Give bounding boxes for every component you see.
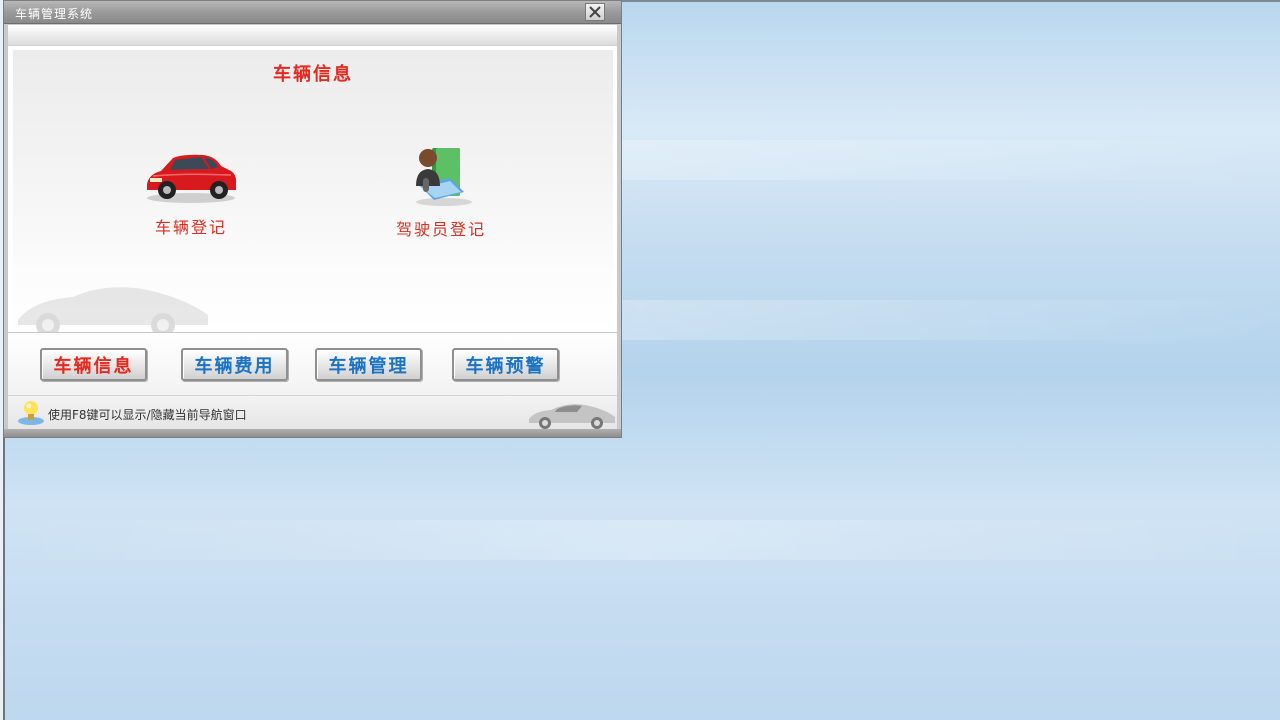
module-vehicle-register[interactable]: 车辆登记 (111, 146, 271, 238)
module-driver-register[interactable]: 驾驶员登记 (361, 142, 521, 240)
panel-title: 车辆信息 (273, 64, 353, 85)
module-label: 车辆登记 (154, 218, 227, 237)
window-bottom-border (4, 429, 621, 437)
close-icon (589, 6, 601, 18)
toolbar-strip (8, 25, 617, 46)
window-title: 车辆管理系统 (15, 7, 94, 21)
status-text: 使用F8键可以显示/隐藏当前导航窗口 (48, 408, 247, 422)
window-client-area: 车辆信息 车辆登记 驾驶员登记 车辆信息 车辆费用 车辆管理 车辆预警 使用F8… (8, 25, 617, 432)
red-car-icon (147, 154, 237, 203)
mdi-border-top (622, 0, 1280, 2)
window-titlebar[interactable]: 车辆管理系统 (4, 1, 621, 24)
navigation-window: 车辆管理系统 车辆信息 车辆登记 驾驶员登记 车辆信息 车辆费用 车辆管理 车辆… (3, 0, 622, 438)
module-panel: 车辆信息 车辆登记 驾驶员登记 (13, 50, 613, 332)
nav-button-row: 车辆信息 车辆费用 车辆管理 车辆预警 (8, 333, 617, 395)
status-bar: 使用F8键可以显示/隐藏当前导航窗口 (8, 395, 617, 432)
nav-button-vehicle-alert[interactable]: 车辆预警 (452, 348, 559, 381)
nav-button-vehicle-manage[interactable]: 车辆管理 (315, 348, 422, 381)
nav-button-vehicle-info[interactable]: 车辆信息 (40, 348, 147, 381)
lightbulb-icon (18, 401, 44, 425)
silver-car-icon (529, 404, 615, 429)
nav-button-vehicle-cost[interactable]: 车辆费用 (181, 348, 288, 381)
module-label: 驾驶员登记 (395, 220, 486, 239)
mdi-border-left (3, 438, 5, 720)
driver-book-icon (416, 148, 472, 206)
ghost-car-icon (18, 287, 208, 332)
close-button[interactable] (585, 3, 605, 21)
desktop-stripe (0, 520, 1280, 560)
